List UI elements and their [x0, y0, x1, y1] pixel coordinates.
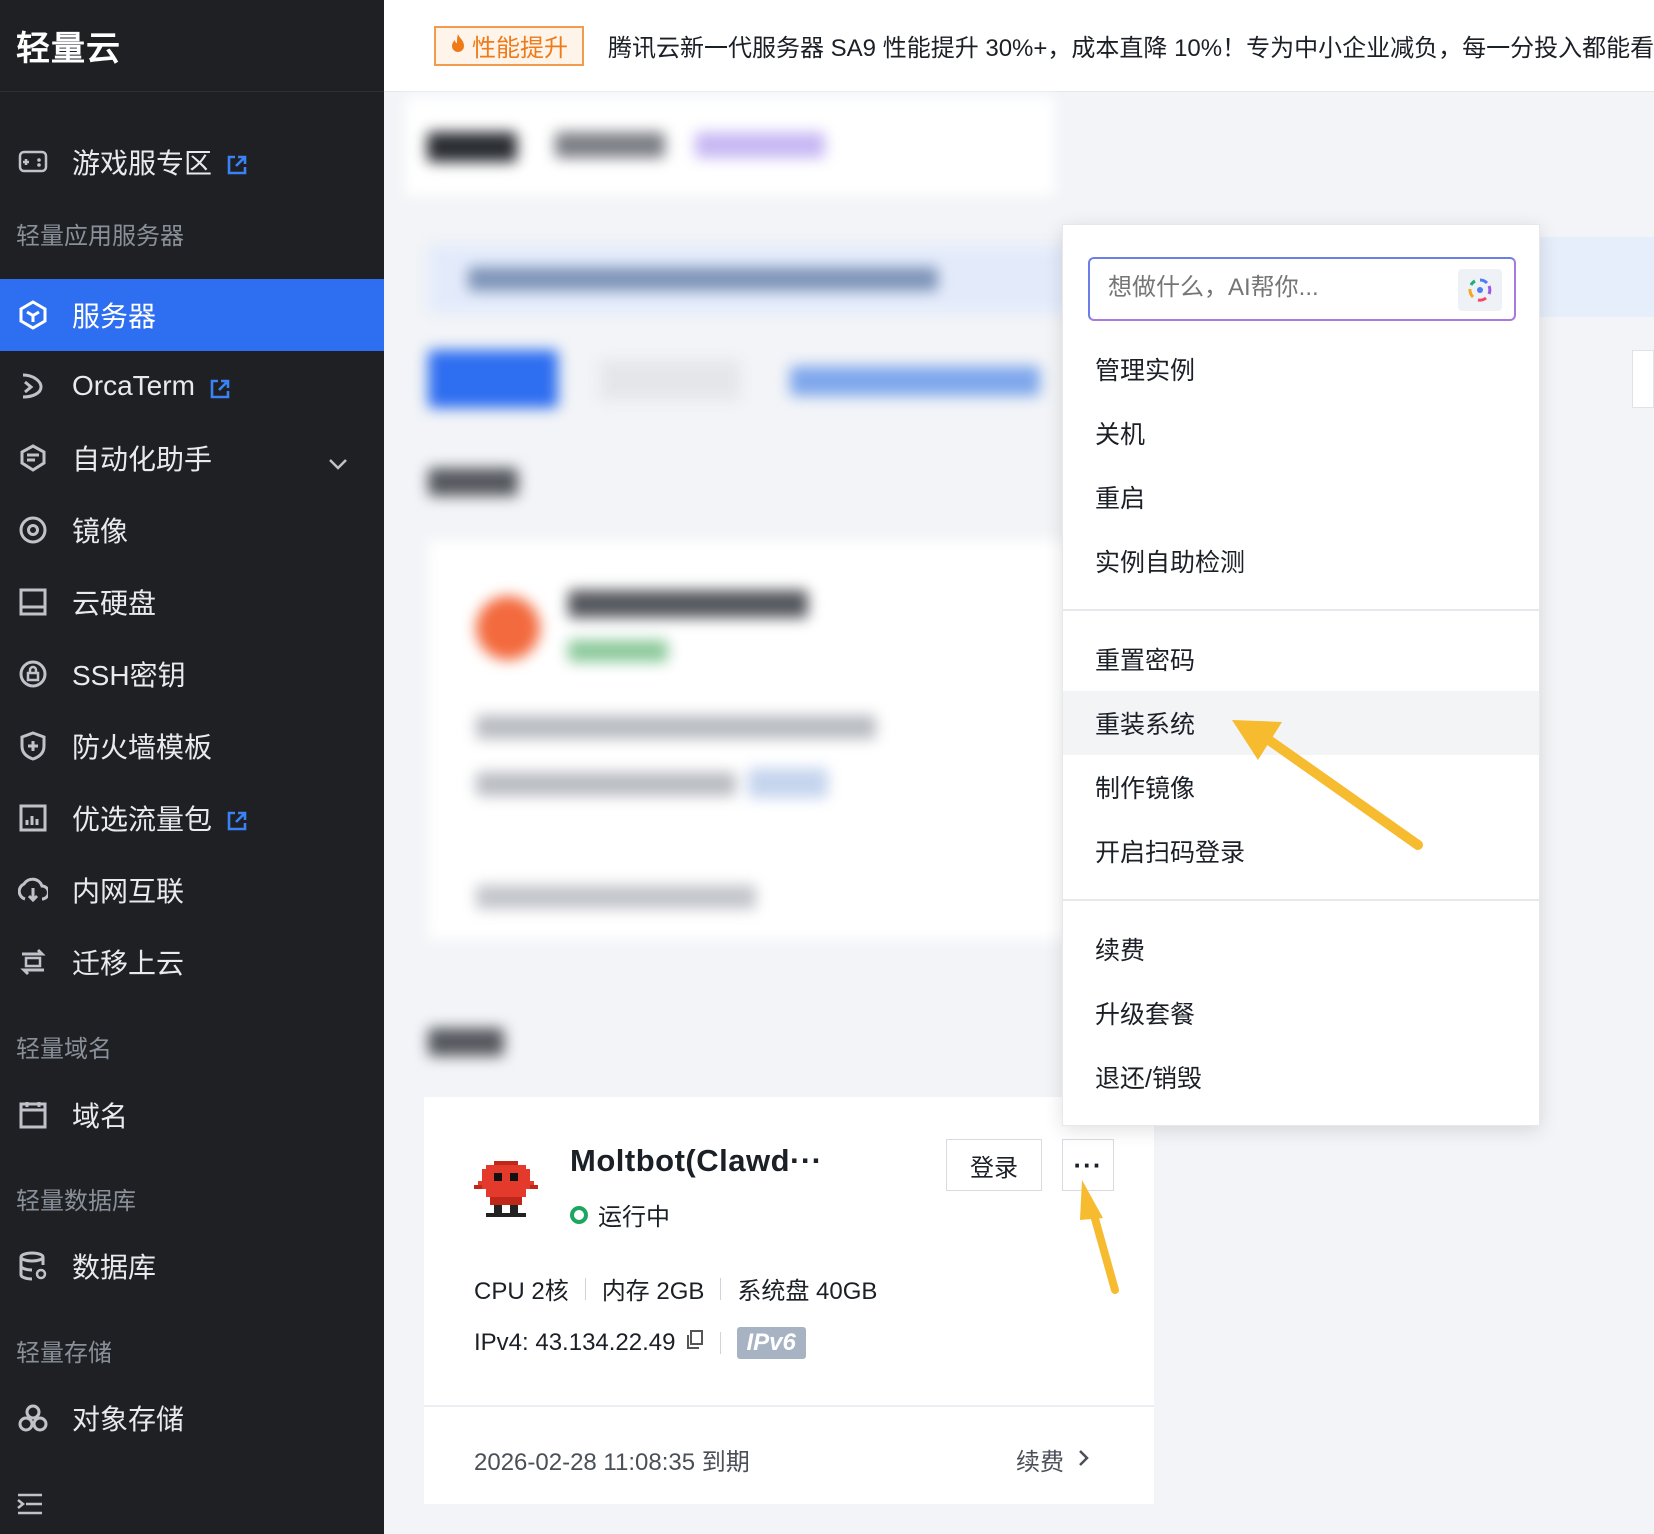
annotation-arrows [1080, 720, 1423, 1294]
arrow-to-reinstall-icon [1232, 720, 1423, 850]
arrow-to-more-button-icon [1080, 1180, 1119, 1294]
